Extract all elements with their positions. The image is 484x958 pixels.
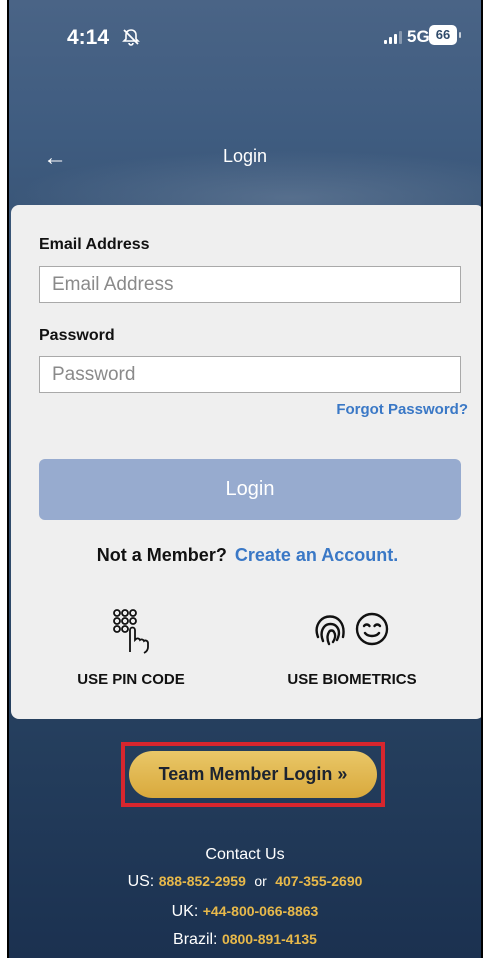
brazil-label: Brazil: [173,931,218,948]
fingerprint-icon [314,611,348,652]
contact-us-heading: Contact Us [205,846,285,863]
page-title: Login [222,146,268,166]
email-label: Email Address [39,236,150,253]
highlight-box: Team Member Login » [121,742,385,807]
battery-icon: 66 [429,25,461,45]
us-label: US: [127,873,155,890]
signal-strength-icon [384,30,402,44]
forgot-password-link[interactable]: Forgot Password? [336,401,468,418]
login-card: Email Address Password Forgot Password? … [11,205,481,719]
login-button[interactable]: Login [39,459,461,520]
use-pin-code-label: USE PIN CODE [77,671,185,688]
brazil-phone[interactable]: 0800-891-4135 [222,931,317,947]
uk-phone[interactable]: +44-800-066-8863 [203,903,319,919]
email-field[interactable] [39,266,461,303]
contact-row-uk: UK: +44-800-066-8863 [9,903,481,921]
silent-bell-icon [122,28,140,51]
contact-row-us: US: 888-852-2959 or 407-355-2690 [9,873,481,891]
password-label: Password [39,327,115,344]
biometrics-icons [277,607,427,655]
use-pin-code-button[interactable]: USE PIN CODE [63,607,199,688]
use-biometrics-button[interactable]: USE BIOMETRICS [277,607,427,688]
network-type: 5G [407,27,430,46]
not-member-text: Not a Member? [96,545,227,565]
create-account-link[interactable]: Create an Account. [235,545,398,565]
or-text: or [254,873,267,889]
status-bar: 4:14 5G 66 [9,0,481,80]
team-member-login-button[interactable]: Team Member Login » [129,751,377,798]
phone-screen: 4:14 5G 66 ← Login Email Address Passwor… [7,0,483,958]
keypad-tap-icon [63,607,199,655]
status-time: 4:14 [67,26,110,49]
signup-prompt: Not a Member? Create an Account. [11,545,481,566]
use-biometrics-label: USE BIOMETRICS [287,671,417,688]
us-phone-2[interactable]: 407-355-2690 [275,873,362,889]
nav-bar: ← Login [9,140,481,176]
face-id-icon [354,611,390,652]
password-field[interactable] [39,356,461,393]
us-phone-1[interactable]: 888-852-2959 [159,873,246,889]
uk-label: UK: [171,903,199,920]
contact-row-brazil: Brazil: 0800-891-4135 [9,931,481,949]
